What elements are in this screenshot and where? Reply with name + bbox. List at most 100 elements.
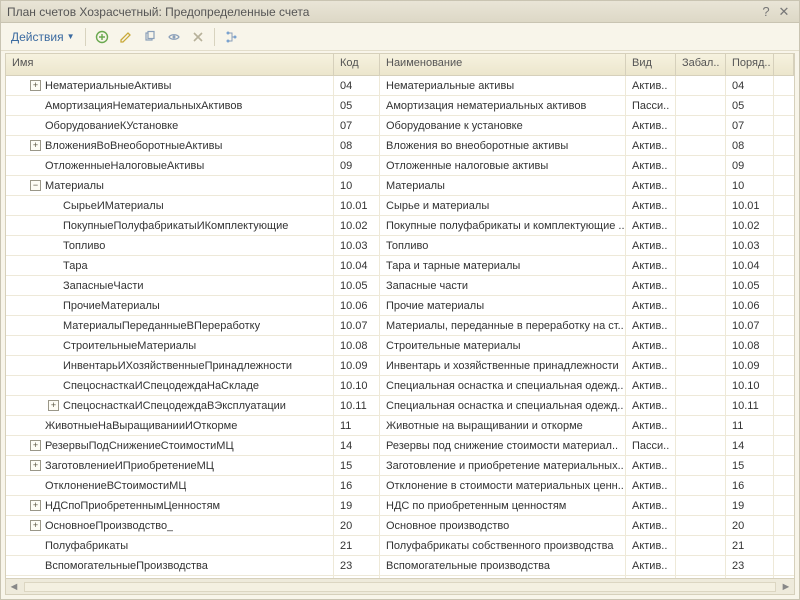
cell-kind: Актив.. bbox=[626, 76, 676, 95]
expand-icon[interactable]: + bbox=[30, 460, 41, 471]
cell-code: 16 bbox=[334, 476, 380, 495]
row-name-text: Полуфабрикаты bbox=[45, 540, 128, 552]
column-name[interactable]: Имя bbox=[6, 54, 334, 75]
cell-zabal bbox=[676, 356, 726, 375]
add-button[interactable] bbox=[92, 27, 112, 47]
column-zabal[interactable]: Забал.. bbox=[676, 54, 726, 75]
actions-menu[interactable]: Действия ▼ bbox=[7, 28, 79, 46]
table-row[interactable]: ОтложенныеНалоговыеАктивы09Отложенные на… bbox=[6, 156, 794, 176]
cell-code: 10.03 bbox=[334, 236, 380, 255]
expand-icon[interactable]: + bbox=[30, 500, 41, 511]
cell-code: 10.01 bbox=[334, 196, 380, 215]
table-row[interactable]: ОборудованиеКУстановке07Оборудование к у… bbox=[6, 116, 794, 136]
cell-kind: Актив.. bbox=[626, 256, 676, 275]
scroll-left-icon[interactable]: ◄ bbox=[6, 581, 22, 593]
table-row[interactable]: +РезервыПодСнижениеСтоимостиМЦ14Резервы … bbox=[6, 436, 794, 456]
row-name-text: ОтложенныеНалоговыеАктивы bbox=[45, 160, 204, 172]
table-row[interactable]: ЖивотныеНаВыращиванииИОткорме11Животные … bbox=[6, 416, 794, 436]
expand-icon[interactable]: + bbox=[30, 520, 41, 531]
cell-desc: Полуфабрикаты собственного производства bbox=[380, 536, 626, 555]
tree-spacer bbox=[48, 320, 59, 331]
scroll-track[interactable] bbox=[24, 582, 776, 592]
table-row[interactable]: Полуфабрикаты 21 Полуфабрикаты собственног… bbox=[6, 536, 794, 556]
cell-desc: Вложения во внеоборотные активы bbox=[380, 136, 626, 155]
column-desc[interactable]: Наименование bbox=[380, 54, 626, 75]
collapse-icon[interactable]: − bbox=[30, 180, 41, 191]
tree-spacer bbox=[30, 420, 41, 431]
view-button[interactable] bbox=[164, 27, 184, 47]
table-row[interactable]: Тара10.04Тара и тарные материалыАктив..1… bbox=[6, 256, 794, 276]
horizontal-scrollbar[interactable]: ◄ ► bbox=[6, 578, 794, 594]
tree-spacer bbox=[30, 100, 41, 111]
table-row[interactable]: +ОсновноеПроизводство_20Основное произво… bbox=[6, 516, 794, 536]
cell-desc: Специальная оснастка и специальная одежд… bbox=[380, 376, 626, 395]
table-row[interactable]: ВспомогательныеПроизводства23Вспомогател… bbox=[6, 556, 794, 576]
row-name-text: ЗаготовлениеИПриобретениеМЦ bbox=[45, 460, 214, 472]
help-button[interactable]: ? bbox=[757, 4, 775, 19]
cell-order: 20 bbox=[726, 516, 774, 535]
cell-kind: Актив.. bbox=[626, 296, 676, 315]
table-row[interactable]: +НематериальныеАктивы04Нематериальные ак… bbox=[6, 76, 794, 96]
cell-kind: Актив.. bbox=[626, 196, 676, 215]
table-row[interactable]: Топливо10.03ТопливоАктив..10.03 bbox=[6, 236, 794, 256]
table-body[interactable]: +НематериальныеАктивы04Нематериальные ак… bbox=[6, 76, 794, 578]
cell-code: 08 bbox=[334, 136, 380, 155]
table-row[interactable]: +ВложенияВоВнеоборотныеАктивы08Вложения … bbox=[6, 136, 794, 156]
column-order[interactable]: Поряд.. bbox=[726, 54, 774, 75]
table-row[interactable]: ЗапасныеЧасти10.05Запасные частиАктив..1… bbox=[6, 276, 794, 296]
tree-spacer bbox=[48, 240, 59, 251]
table-row[interactable]: АмортизацияНематериальныхАктивов05Аморти… bbox=[6, 96, 794, 116]
cell-desc: Строительные материалы bbox=[380, 336, 626, 355]
cell-name: + НематериальныеАктивы bbox=[6, 76, 334, 95]
cell-order: 10 bbox=[726, 176, 774, 195]
cell-zabal bbox=[676, 316, 726, 335]
cell-code: 10.05 bbox=[334, 276, 380, 295]
column-code[interactable]: Код bbox=[334, 54, 380, 75]
cell-order: 16 bbox=[726, 476, 774, 495]
cell-order: 09 bbox=[726, 156, 774, 175]
cell-name: МатериалыПереданныеВПереработку bbox=[6, 316, 334, 335]
tree-spacer bbox=[30, 480, 41, 491]
row-name-text: Топливо bbox=[63, 240, 105, 252]
table-row[interactable]: ПокупныеПолуфабрикатыИКомплектующие10.02… bbox=[6, 216, 794, 236]
cell-zabal bbox=[676, 516, 726, 535]
expand-icon[interactable]: + bbox=[30, 440, 41, 451]
table-row[interactable]: +НДСпоПриобретеннымЦенностям19НДС по при… bbox=[6, 496, 794, 516]
edit-button[interactable] bbox=[116, 27, 136, 47]
cell-name: АмортизацияНематериальныхАктивов bbox=[6, 96, 334, 115]
table-row[interactable]: ОтклонениеВСтоимостиМЦ16Отклонение в сто… bbox=[6, 476, 794, 496]
table-row[interactable]: +ЗаготовлениеИПриобретениеМЦ15Заготовлен… bbox=[6, 456, 794, 476]
cell-desc: Вспомогательные производства bbox=[380, 556, 626, 575]
expand-icon[interactable]: + bbox=[30, 80, 41, 91]
column-kind[interactable]: Вид bbox=[626, 54, 676, 75]
cell-code: 20 bbox=[334, 516, 380, 535]
expand-icon[interactable]: + bbox=[48, 400, 59, 411]
table-row[interactable]: −Материалы10МатериалыАктив..10 bbox=[6, 176, 794, 196]
cell-name: +ВложенияВоВнеоборотныеАктивы bbox=[6, 136, 334, 155]
cell-name: Полуфабрикаты bbox=[6, 536, 334, 555]
table-row[interactable]: СтроительныеМатериалы10.08Строительные м… bbox=[6, 336, 794, 356]
tree-spacer bbox=[48, 360, 59, 371]
scroll-right-icon[interactable]: ► bbox=[778, 581, 794, 593]
table-row[interactable]: СпецоснасткаИСпецодеждаНаСкладе10.10Спец… bbox=[6, 376, 794, 396]
delete-button[interactable] bbox=[188, 27, 208, 47]
cell-zabal bbox=[676, 176, 726, 195]
cell-order: 21 bbox=[726, 536, 774, 555]
cell-kind: Актив.. bbox=[626, 556, 676, 575]
table-row[interactable]: МатериалыПереданныеВПереработку10.07Мате… bbox=[6, 316, 794, 336]
cell-kind: Актив.. bbox=[626, 116, 676, 135]
table-row[interactable]: ПрочиеМатериалы10.06Прочие материалыАкти… bbox=[6, 296, 794, 316]
cell-kind: Актив.. bbox=[626, 496, 676, 515]
copy-button[interactable] bbox=[140, 27, 160, 47]
table-row[interactable]: +СпецоснасткаИСпецодеждаВЭксплуатации10.… bbox=[6, 396, 794, 416]
expand-icon[interactable]: + bbox=[30, 140, 41, 151]
row-name-text: ИнвентарьИХозяйственныеПринадлежности bbox=[63, 360, 292, 372]
table-row[interactable]: ИнвентарьИХозяйственныеПринадлежности10.… bbox=[6, 356, 794, 376]
row-name-text: НематериальныеАктивы bbox=[45, 80, 171, 92]
table-row[interactable]: СырьеИМатериалы10.01Сырье и материалыАкт… bbox=[6, 196, 794, 216]
cell-name: +СпецоснасткаИСпецодеждаВЭксплуатации bbox=[6, 396, 334, 415]
cell-desc: Инвентарь и хозяйственные принадлежности bbox=[380, 356, 626, 375]
hierarchy-button[interactable] bbox=[221, 27, 241, 47]
close-button[interactable]: ✕ bbox=[775, 4, 793, 20]
cell-zabal bbox=[676, 416, 726, 435]
